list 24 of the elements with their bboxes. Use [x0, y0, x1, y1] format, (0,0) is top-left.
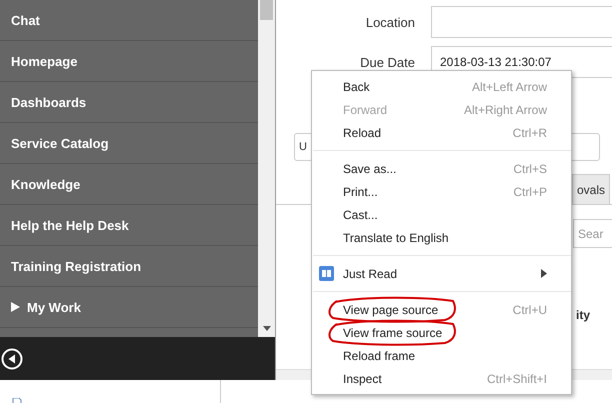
- scroll-down-icon[interactable]: [262, 326, 270, 331]
- submenu-arrow-icon: [541, 269, 547, 278]
- menu-item[interactable]: Reload frame: [312, 344, 571, 367]
- menu-item[interactable]: Back Alt+Left Arrow: [312, 75, 571, 98]
- menu-item[interactable]: Just Read: [312, 262, 571, 285]
- menu-item[interactable]: Cast...: [312, 203, 571, 226]
- scrollbar-thumb[interactable]: [260, 0, 273, 20]
- search-field[interactable]: Sear: [573, 219, 612, 248]
- column-header: ity: [576, 308, 590, 322]
- menu-item[interactable]: View frame source: [312, 321, 571, 344]
- menu-item[interactable]: Save as... Ctrl+S: [312, 157, 571, 180]
- menu-item[interactable]: Translate to English: [312, 226, 571, 249]
- book-icon: [319, 266, 334, 281]
- menu-item[interactable]: Reload Ctrl+R: [312, 121, 571, 144]
- menu-item[interactable]: Print... Ctrl+P: [312, 180, 571, 203]
- collapse-icon[interactable]: [1, 348, 23, 370]
- tab[interactable]: ovals: [572, 174, 610, 204]
- field-label: Location: [364, 14, 416, 30]
- menu-item[interactable]: View page source Ctrl+U: [312, 298, 571, 321]
- field-label: Due Date: [359, 54, 416, 70]
- caret-right-icon: [11, 302, 20, 312]
- scrollbar[interactable]: [258, 0, 275, 337]
- menu-item[interactable]: Inspect Ctrl+Shift+I: [312, 367, 571, 390]
- input-field[interactable]: [431, 6, 612, 38]
